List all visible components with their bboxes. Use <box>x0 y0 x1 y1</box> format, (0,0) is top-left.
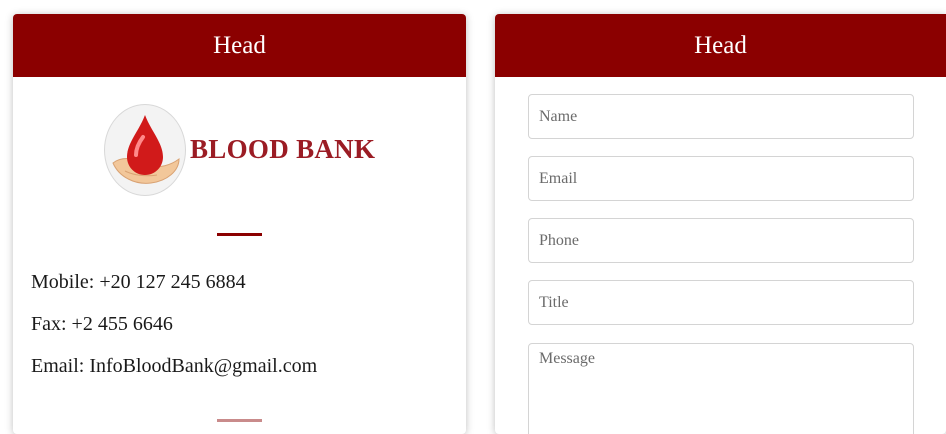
name-input[interactable] <box>528 94 914 139</box>
fax-text: Fax: +2 455 6646 <box>31 313 173 335</box>
divider <box>217 233 262 236</box>
divider <box>217 419 262 422</box>
contact-info-head: Head <box>13 14 466 77</box>
mobile-text: Mobile: +20 127 245 6884 <box>31 271 246 293</box>
contact-form-head: Head <box>495 14 946 77</box>
message-textarea[interactable] <box>528 343 914 434</box>
logo-text: BLOOD BANK <box>190 134 376 164</box>
contact-info-card: Head BLOOD BANK Mobile: +20 127 245 6884… <box>13 14 466 434</box>
blood-drop-hand-icon <box>104 104 186 196</box>
phone-input[interactable] <box>528 218 914 263</box>
email-input[interactable] <box>528 156 914 201</box>
title-input[interactable] <box>528 280 914 325</box>
blood-bank-logo: BLOOD BANK <box>104 104 376 198</box>
email-text: Email: InfoBloodBank@gmail.com <box>31 355 318 377</box>
contact-form-card: Head <box>495 14 946 434</box>
